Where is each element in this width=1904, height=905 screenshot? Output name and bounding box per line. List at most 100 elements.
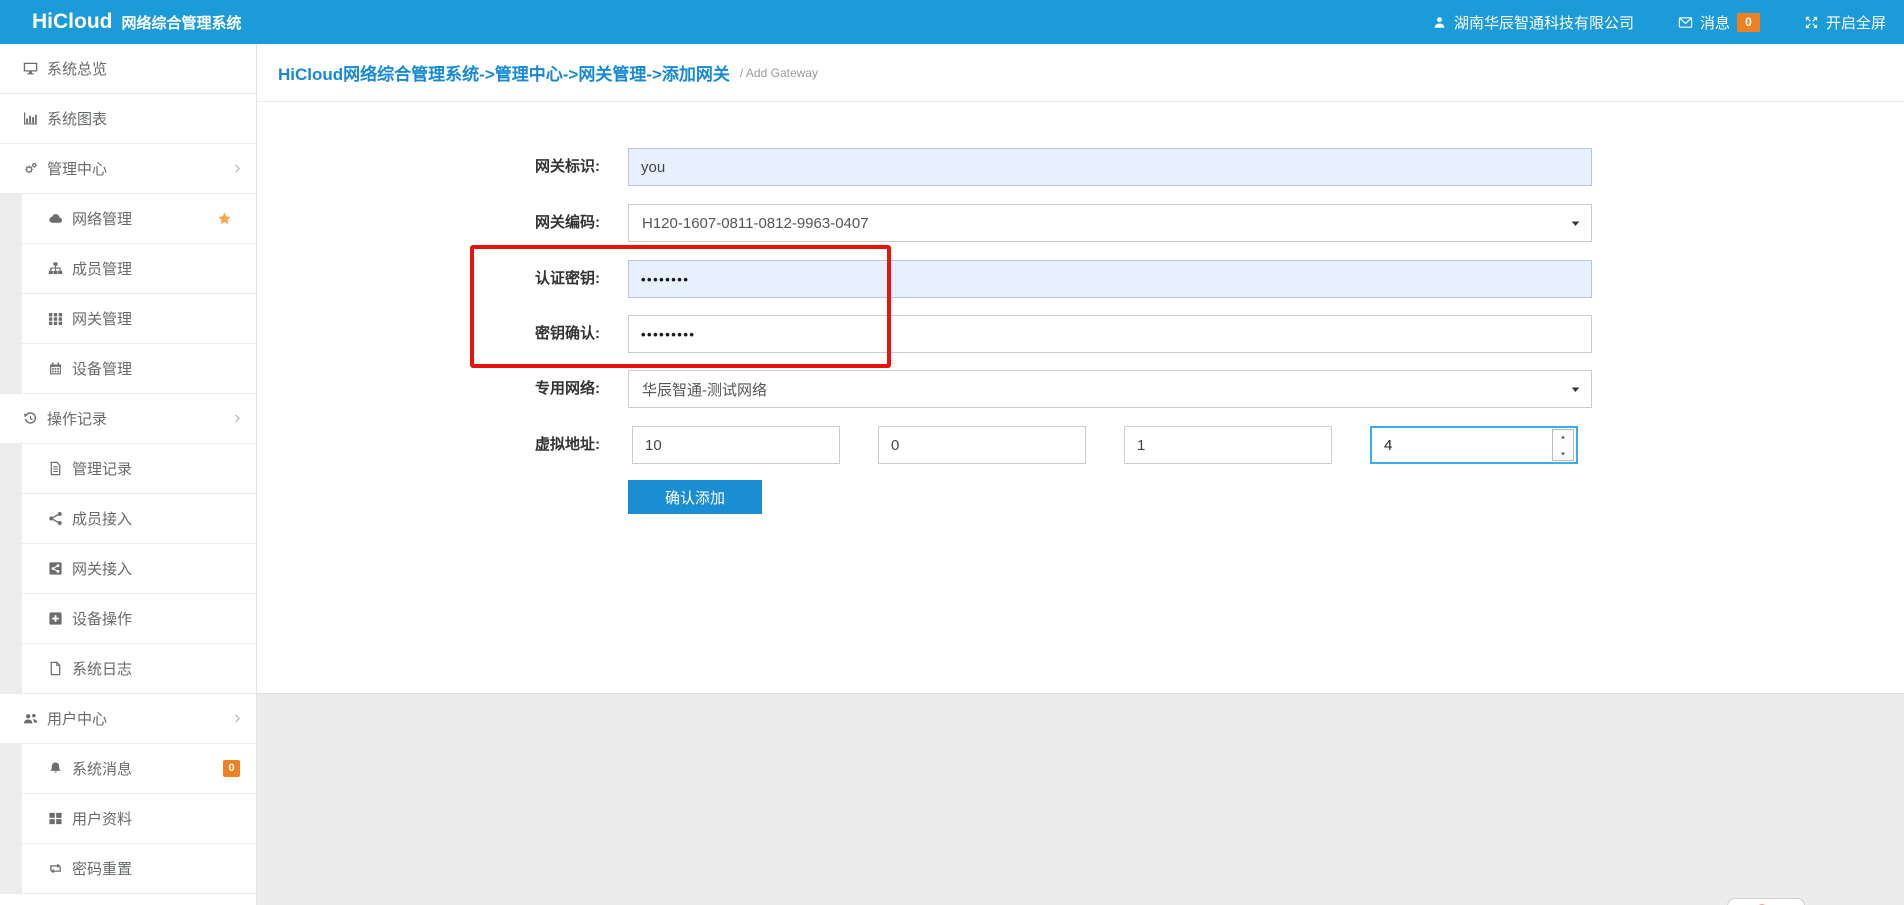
sidebar-item-1[interactable]: 系统总览 (0, 44, 256, 94)
sidebar-item-13[interactable]: 系统日志 (0, 644, 256, 694)
gears-icon (23, 161, 38, 176)
sidebar-item-11[interactable]: 网关接入 (0, 544, 256, 594)
bell-icon (48, 761, 63, 776)
topbar: HiCloud 网络综合管理系统 湖南华辰智通科技有限公司 消息 0 开启全屏 (0, 0, 1904, 44)
sidebar-item-label: 成员接入 (72, 508, 132, 529)
chevron-right-icon (232, 163, 243, 174)
sidebar-indent-strip (0, 494, 22, 543)
sidebar-item-label: 系统图表 (47, 108, 107, 129)
private-network-select[interactable]: 华辰智通-测试网络 (628, 370, 1592, 408)
field-label-key-confirm: 密钥确认: (430, 315, 600, 353)
sidebar-indent-strip (0, 744, 22, 793)
sidebar-item-label: 成员管理 (72, 258, 132, 279)
field-label-auth-key: 认证密钥: (430, 260, 600, 298)
sidebar-item-6[interactable]: 网关管理 (0, 294, 256, 344)
sidebar-item-badge: 0 (223, 760, 240, 777)
sidebar-item-label: 网关接入 (72, 558, 132, 579)
expand-icon (1804, 15, 1819, 30)
plus-square-icon (48, 611, 63, 626)
history-icon (23, 411, 38, 426)
brand-name: HiCloud (32, 10, 112, 34)
sidebar-item-12[interactable]: 设备操作 (0, 594, 256, 644)
cloud-icon (48, 211, 63, 226)
chevron-right-icon (232, 413, 243, 424)
sidebar-indent-strip (0, 194, 22, 243)
sidebar-item-label: 操作记录 (47, 408, 107, 429)
key-confirm-input[interactable] (628, 315, 1592, 353)
sidebar-item-label: 网络管理 (72, 208, 132, 229)
share-square-icon (48, 561, 63, 576)
gateway-id-input[interactable] (628, 148, 1592, 186)
field-label-gateway-code: 网关编码: (430, 204, 600, 242)
company-name: 湖南华辰智通科技有限公司 (1454, 12, 1634, 33)
chat-widget[interactable] (1727, 898, 1805, 905)
sitemap-icon (48, 261, 63, 276)
virtual-address-octet-2[interactable] (878, 426, 1086, 464)
spinner-up-icon[interactable] (1558, 433, 1568, 443)
sidebar-indent-strip (0, 794, 22, 843)
monitor-icon (23, 61, 38, 76)
sidebar-item-14[interactable]: 用户中心 (0, 694, 256, 744)
virtual-address-octet-1[interactable] (632, 426, 840, 464)
sidebar-item-5[interactable]: 成员管理 (0, 244, 256, 294)
chart-icon (23, 111, 38, 126)
field-label-virtual-address: 虚拟地址: (430, 426, 600, 464)
confirm-add-button[interactable]: 确认添加 (628, 480, 762, 514)
field-label-private-network: 专用网络: (430, 370, 600, 408)
file-icon (48, 661, 63, 676)
sidebar-item-10[interactable]: 成员接入 (0, 494, 256, 544)
sidebar-item-3[interactable]: 管理中心 (0, 144, 256, 194)
field-label-gateway-id: 网关标识: (430, 148, 600, 186)
brand-subtitle: 网络综合管理系统 (121, 12, 241, 33)
fullscreen-label: 开启全屏 (1826, 12, 1886, 33)
sidebar-item-label: 设备管理 (72, 358, 132, 379)
sidebar-indent-strip (0, 544, 22, 593)
virtual-address-octet-3[interactable] (1124, 426, 1332, 464)
footer-area (256, 693, 1904, 905)
sidebar-item-15[interactable]: 系统消息 0 (0, 744, 256, 794)
sidebar-indent-strip (0, 294, 22, 343)
brand: HiCloud 网络综合管理系统 (0, 10, 242, 34)
sidebar-item-label: 系统消息 (72, 758, 132, 779)
star-icon (217, 211, 232, 226)
sidebar-item-2[interactable]: 系统图表 (0, 94, 256, 144)
sidebar-item-8[interactable]: 操作记录 (0, 394, 256, 444)
retweet-icon (48, 861, 63, 876)
auth-key-input[interactable] (628, 260, 1592, 298)
file-text-icon (48, 461, 63, 476)
sidebar-indent-strip (0, 444, 22, 493)
sidebar-indent-strip (0, 344, 22, 393)
sidebar-item-4[interactable]: 网络管理 (0, 194, 256, 244)
grid-icon (48, 311, 63, 326)
sidebar-item-label: 密码重置 (72, 858, 132, 879)
sidebar-item-17[interactable]: 密码重置 (0, 844, 256, 894)
sidebar-item-7[interactable]: 设备管理 (0, 344, 256, 394)
sidebar-indent-strip (0, 244, 22, 293)
sidebar-item-label: 系统日志 (72, 658, 132, 679)
messages-menu[interactable]: 消息 0 (1678, 12, 1760, 33)
chevron-right-icon (232, 713, 243, 724)
sidebar-item-label: 网关管理 (72, 308, 132, 329)
envelope-icon (1678, 15, 1693, 30)
user-icon (1432, 15, 1447, 30)
sidebar-indent-strip (0, 644, 22, 693)
calendar-icon (48, 361, 63, 376)
main-content: HiCloud网络综合管理系统->管理中心->网关管理->添加网关 / Add … (256, 44, 1904, 905)
caret-down-icon (1569, 217, 1582, 230)
sidebar-item-label: 用户中心 (47, 708, 107, 729)
share-icon (48, 511, 63, 526)
company-menu[interactable]: 湖南华辰智通科技有限公司 (1432, 12, 1634, 33)
messages-badge: 0 (1737, 13, 1760, 32)
gateway-code-select[interactable]: H120-1607-0811-0812-9963-0407 (628, 204, 1592, 242)
sidebar-indent-strip (0, 844, 22, 893)
sidebar-item-16[interactable]: 用户资料 (0, 794, 256, 844)
caret-down-icon (1569, 383, 1582, 396)
sidebar-item-9[interactable]: 管理记录 (0, 444, 256, 494)
sidebar-item-label: 设备操作 (72, 608, 132, 629)
private-network-selected-value: 华辰智通-测试网络 (642, 379, 767, 400)
sidebar-item-label: 系统总览 (47, 58, 107, 79)
spinner-down-icon[interactable] (1558, 448, 1568, 458)
number-spinner[interactable] (1552, 429, 1574, 461)
virtual-address-octet-4[interactable] (1370, 426, 1578, 464)
fullscreen-toggle[interactable]: 开启全屏 (1804, 12, 1886, 33)
